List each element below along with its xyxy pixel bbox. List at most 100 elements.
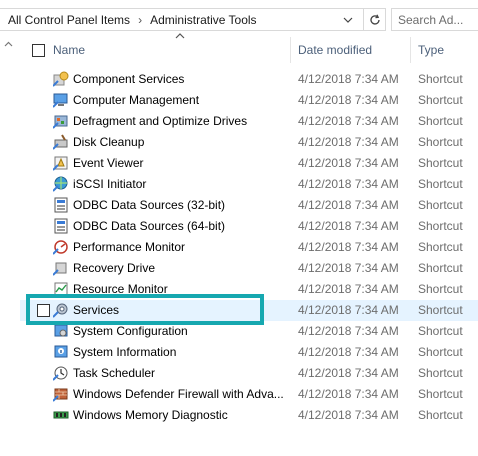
item-name: Windows Defender Firewall with Adva...: [73, 387, 284, 401]
list-item[interactable]: Windows Defender Firewall with Adva... 4…: [20, 384, 478, 405]
item-name: Component Services: [73, 72, 185, 86]
list-item[interactable]: Component Services 4/12/2018 7:34 AM Sho…: [20, 69, 478, 90]
item-name: Windows Memory Diagnostic: [73, 408, 228, 422]
system-configuration-icon: [53, 323, 69, 339]
item-name: ODBC Data Sources (64-bit): [73, 219, 226, 233]
item-date: 4/12/2018 7:34 AM: [298, 219, 399, 233]
item-type: Shortcut: [418, 240, 463, 254]
item-date: 4/12/2018 7:34 AM: [298, 198, 399, 212]
item-date: 4/12/2018 7:34 AM: [298, 408, 399, 422]
column-header-date-modified[interactable]: Date modified: [298, 43, 372, 57]
item-type: Shortcut: [418, 408, 463, 422]
refresh-button[interactable]: [364, 8, 386, 31]
item-date: 4/12/2018 7:34 AM: [298, 177, 399, 191]
item-type: Shortcut: [418, 93, 463, 107]
item-date: 4/12/2018 7:34 AM: [298, 387, 399, 401]
list-item[interactable]: Event Viewer 4/12/2018 7:34 AM Shortcut: [20, 153, 478, 174]
list-item[interactable]: Windows Memory Diagnostic 4/12/2018 7:34…: [20, 405, 478, 426]
list-item[interactable]: ODBC Data Sources (32-bit) 4/12/2018 7:3…: [20, 195, 478, 216]
file-list: Component Services 4/12/2018 7:34 AM Sho…: [20, 69, 478, 426]
item-name: Performance Monitor: [73, 240, 186, 254]
item-date: 4/12/2018 7:34 AM: [298, 93, 399, 107]
component-services-icon: [52, 71, 69, 87]
computer-management-icon: [52, 92, 69, 108]
odbc-icon: [53, 197, 69, 213]
item-date: 4/12/2018 7:34 AM: [298, 345, 399, 359]
item-type: Shortcut: [418, 219, 463, 233]
item-date: 4/12/2018 7:34 AM: [298, 156, 399, 170]
chevron-down-icon: [343, 17, 353, 23]
memory-diagnostic-icon: [53, 407, 69, 423]
system-information-icon: [53, 344, 69, 360]
breadcrumb-item-control-panel[interactable]: All Control Panel Items: [6, 13, 132, 27]
list-item[interactable]: Recovery Drive 4/12/2018 7:34 AM Shortcu…: [20, 258, 478, 279]
item-type: Shortcut: [418, 345, 463, 359]
item-date: 4/12/2018 7:34 AM: [298, 324, 399, 338]
item-type: Shortcut: [418, 135, 463, 149]
services-highlight-box: [26, 294, 264, 325]
item-date: 4/12/2018 7:34 AM: [298, 366, 399, 380]
column-header-name[interactable]: Name: [53, 43, 85, 57]
list-item[interactable]: Computer Management 4/12/2018 7:34 AM Sh…: [20, 90, 478, 111]
item-type: Shortcut: [418, 156, 463, 170]
column-divider[interactable]: [290, 37, 291, 63]
item-name: System Configuration: [73, 324, 188, 338]
iscsi-icon: [52, 176, 69, 192]
chevron-up-icon[interactable]: [4, 41, 13, 47]
item-name: System Information: [73, 345, 177, 359]
address-dropdown-button[interactable]: [338, 9, 358, 30]
column-header-type[interactable]: Type: [418, 43, 444, 57]
item-name: Task Scheduler: [73, 366, 156, 380]
item-name: Disk Cleanup: [73, 135, 145, 149]
refresh-icon: [369, 14, 380, 25]
search-input[interactable]: [392, 9, 478, 30]
item-date: 4/12/2018 7:34 AM: [298, 114, 399, 128]
item-type: Shortcut: [418, 324, 463, 338]
item-type: Shortcut: [418, 72, 463, 86]
item-date: 4/12/2018 7:34 AM: [298, 135, 399, 149]
item-type: Shortcut: [418, 198, 463, 212]
item-type: Shortcut: [418, 282, 463, 296]
column-header: Name Date modified Type: [20, 33, 478, 63]
event-viewer-icon: [52, 155, 69, 171]
disk-cleanup-icon: [52, 134, 69, 150]
list-item[interactable]: Task Scheduler 4/12/2018 7:34 AM Shortcu…: [20, 363, 478, 384]
navigation-pane[interactable]: [0, 37, 20, 456]
item-date: 4/12/2018 7:34 AM: [298, 282, 399, 296]
chevron-right-icon[interactable]: ›: [132, 13, 148, 27]
breadcrumb-item-administrative-tools[interactable]: Administrative Tools: [148, 13, 259, 27]
item-type: Shortcut: [418, 114, 463, 128]
select-all-checkbox[interactable]: [32, 44, 45, 57]
recovery-drive-icon: [52, 260, 69, 276]
item-type: Shortcut: [418, 177, 463, 191]
item-name: Computer Management: [73, 93, 200, 107]
item-type: Shortcut: [418, 387, 463, 401]
defragment-icon: [52, 113, 69, 129]
list-item[interactable]: ODBC Data Sources (64-bit) 4/12/2018 7:3…: [20, 216, 478, 237]
list-item[interactable]: System Information 4/12/2018 7:34 AM Sho…: [20, 342, 478, 363]
list-item[interactable]: iSCSI Initiator 4/12/2018 7:34 AM Shortc…: [20, 174, 478, 195]
list-item[interactable]: Performance Monitor 4/12/2018 7:34 AM Sh…: [20, 237, 478, 258]
item-date: 4/12/2018 7:34 AM: [298, 261, 399, 275]
item-date: 4/12/2018 7:34 AM: [298, 303, 399, 317]
item-type: Shortcut: [418, 366, 463, 380]
item-date: 4/12/2018 7:34 AM: [298, 240, 399, 254]
performance-monitor-icon: [52, 239, 69, 255]
item-name: Event Viewer: [73, 156, 144, 170]
item-type: Shortcut: [418, 303, 463, 317]
address-bar-row: All Control Panel Items › Administrative…: [0, 0, 478, 37]
list-item[interactable]: Defragment and Optimize Drives 4/12/2018…: [20, 111, 478, 132]
item-name: Recovery Drive: [73, 261, 156, 275]
item-date: 4/12/2018 7:34 AM: [298, 72, 399, 86]
sort-ascending-icon: [175, 33, 185, 39]
item-name: ODBC Data Sources (32-bit): [73, 198, 226, 212]
item-type: Shortcut: [418, 261, 463, 275]
task-scheduler-icon: [52, 365, 69, 381]
column-divider[interactable]: [410, 37, 411, 63]
breadcrumb[interactable]: All Control Panel Items › Administrative…: [0, 8, 364, 31]
search-box[interactable]: [391, 8, 478, 31]
list-item[interactable]: Disk Cleanup 4/12/2018 7:34 AM Shortcut: [20, 132, 478, 153]
item-name: iSCSI Initiator: [73, 177, 147, 191]
item-name: Defragment and Optimize Drives: [73, 114, 248, 128]
firewall-icon: [52, 386, 69, 402]
